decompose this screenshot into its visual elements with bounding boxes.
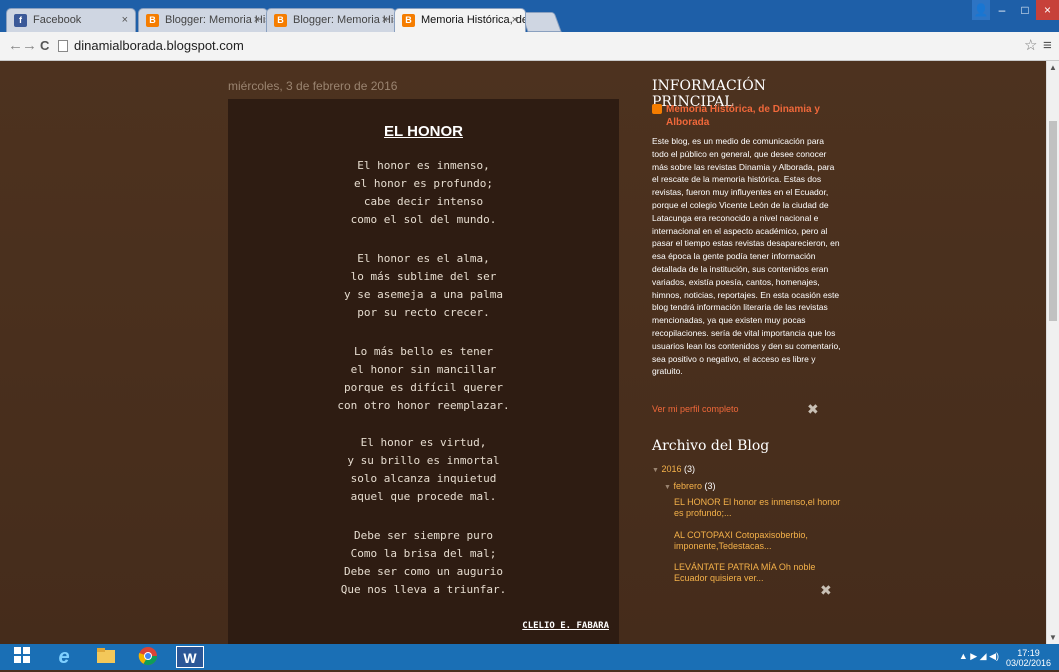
page-content: miércoles, 3 de febrero de 2016 EL HONOR… xyxy=(0,61,1046,644)
windows-taskbar: e W ▲ ▶ ◢ ◀) 17:19 03/02/2016 xyxy=(0,644,1059,670)
poem-line: El honor es virtud, xyxy=(360,436,487,449)
edit-tool-icon[interactable]: ✖ xyxy=(807,401,819,418)
tab-blogger-1[interactable]: B Blogger: Memoria Históric × xyxy=(138,8,268,32)
clock[interactable]: 17:19 03/02/2016 xyxy=(1006,648,1051,668)
poem-line: cabe decir intenso xyxy=(363,195,484,208)
file-explorer-icon[interactable] xyxy=(92,646,120,668)
expand-arrow-icon[interactable]: ▼ xyxy=(664,484,671,491)
blog-name-label: Memoria Histórica, de Dinamia y Alborada xyxy=(666,104,820,128)
star-icon[interactable]: ☆ xyxy=(1024,36,1037,56)
poem-line: El honor es el alma, xyxy=(357,252,490,265)
tab-label: Blogger: Memoria Históric xyxy=(165,14,267,26)
archive-heading: Archivo del Blog xyxy=(652,438,770,454)
page-scrollbar[interactable]: ▲ ▼ xyxy=(1046,61,1059,644)
new-tab-button[interactable] xyxy=(520,12,562,32)
tab-label: Facebook xyxy=(33,14,82,26)
archive-year-count: (3) xyxy=(684,464,695,474)
poem-line: con otro honor reemplazar. xyxy=(337,399,510,412)
poem-line: y se asemeja a una palma xyxy=(344,288,503,301)
address-toolbar: ← → C dinamialborada.blogspot.com ☆ ≡ xyxy=(0,32,1059,61)
blog-description: Este blog, es un medio de comunicación p… xyxy=(652,136,841,377)
blogger-icon xyxy=(652,104,662,114)
poem-line: Debe ser como un augurio xyxy=(344,565,503,578)
post-title: EL HONOR xyxy=(384,123,463,140)
tab-close-icon[interactable]: × xyxy=(382,9,388,31)
tab-memoria-historica[interactable]: B Memoria Histórica, de Din × xyxy=(394,8,526,32)
url-field[interactable]: dinamialborada.blogspot.com xyxy=(58,37,1018,55)
minimize-button[interactable]: – xyxy=(990,0,1014,20)
poem-line: El honor es inmenso, xyxy=(357,159,490,172)
poem-line: porque es difícil querer xyxy=(344,381,503,394)
system-tray[interactable]: ▲ ▶ ◢ ◀) xyxy=(959,651,999,662)
poem-stanza: El honor es virtud, y su brillo es inmor… xyxy=(228,434,619,506)
archive-year[interactable]: ▼ 2016 (3) xyxy=(652,464,695,476)
close-window-button[interactable]: × xyxy=(1036,0,1059,20)
maximize-button[interactable]: □ xyxy=(1014,0,1036,20)
facebook-icon: f xyxy=(14,14,27,27)
forward-arrow-icon[interactable]: → xyxy=(22,36,37,56)
expand-arrow-icon[interactable]: ▼ xyxy=(652,467,659,474)
reload-icon[interactable]: C xyxy=(40,36,49,56)
tab-blogger-2[interactable]: B Blogger: Memoria Históric × xyxy=(266,8,396,32)
menu-icon[interactable]: ≡ xyxy=(1043,36,1052,56)
post-date: miércoles, 3 de febrero de 2016 xyxy=(228,79,398,93)
archive-post-link[interactable]: EL HONOR El honor es inmenso,el honor es… xyxy=(674,497,844,519)
word-icon[interactable]: W xyxy=(176,646,204,668)
archive-post-link[interactable]: AL COTOPAXI Cotopaxisoberbio, imponente,… xyxy=(674,530,844,552)
back-arrow-icon[interactable]: ← xyxy=(8,36,23,56)
tab-label: Blogger: Memoria Históric xyxy=(293,14,395,26)
blogger-icon: B xyxy=(402,14,415,27)
post-author: CLELIO E. FABARA xyxy=(522,621,609,631)
blogger-icon: B xyxy=(146,14,159,27)
clock-time: 17:19 xyxy=(1017,648,1040,658)
clock-date: 03/02/2016 xyxy=(1005,658,1051,668)
archive-month[interactable]: ▼ febrero (3) xyxy=(664,481,716,493)
poem-stanza: Debe ser siempre puro Como la brisa del … xyxy=(228,527,619,599)
poem-line: por su recto crecer. xyxy=(357,306,490,319)
poem-line: aquel que procede mal. xyxy=(350,490,497,503)
poem-line: Debe ser siempre puro xyxy=(353,529,494,542)
poem-stanza: El honor es inmenso, el honor es profund… xyxy=(228,157,619,229)
poem-line: el honor es profundo; xyxy=(353,177,494,190)
poem-stanza: Lo más bello es tener el honor sin manci… xyxy=(228,343,619,415)
tab-close-icon[interactable]: × xyxy=(512,9,518,31)
poem-line: solo alcanza inquietud xyxy=(350,472,497,485)
post-body: EL HONOR El honor es inmenso, el honor e… xyxy=(228,99,619,644)
archive-post-link[interactable]: LEVÁNTATE PATRIA MÍA Oh noble Ecuador qu… xyxy=(674,562,844,584)
blog-name-link[interactable]: Memoria Histórica, de Dinamia y Alborada xyxy=(652,103,842,129)
poem-line: el honor sin mancillar xyxy=(350,363,497,376)
poem-line: Que nos lleva a triunfar. xyxy=(340,583,507,596)
poem-line: y su brillo es inmortal xyxy=(347,454,500,467)
scrollbar-thumb[interactable] xyxy=(1049,121,1057,321)
browser-tab-strip: f Facebook × B Blogger: Memoria Históric… xyxy=(0,0,1059,32)
archive-month-link[interactable]: febrero xyxy=(673,481,702,491)
windows-start-icon[interactable] xyxy=(8,646,36,668)
profile-link[interactable]: Ver mi perfil completo xyxy=(652,404,739,414)
archive-year-link[interactable]: 2016 xyxy=(661,464,681,474)
poem-stanza: El honor es el alma, lo más sublime del … xyxy=(228,250,619,322)
poem-line: Lo más bello es tener xyxy=(353,345,494,358)
tab-close-icon[interactable]: × xyxy=(254,9,260,31)
scroll-down-icon[interactable]: ▼ xyxy=(1049,633,1057,642)
internet-explorer-icon[interactable]: e xyxy=(50,646,78,668)
poem-line: Como la brisa del mal; xyxy=(350,547,497,560)
user-icon[interactable]: 👤 xyxy=(972,0,990,20)
edit-tool-icon[interactable]: ✖ xyxy=(820,582,832,599)
tab-label: Memoria Histórica, de Din xyxy=(421,14,525,26)
blogger-icon: B xyxy=(274,14,287,27)
tab-facebook[interactable]: f Facebook × xyxy=(6,8,136,32)
scroll-up-icon[interactable]: ▲ xyxy=(1049,63,1057,72)
poem-line: lo más sublime del ser xyxy=(350,270,497,283)
tab-close-icon[interactable]: × xyxy=(122,9,128,31)
chrome-icon[interactable] xyxy=(134,646,162,668)
archive-month-count: (3) xyxy=(704,481,716,491)
poem-line: como el sol del mundo. xyxy=(350,213,497,226)
